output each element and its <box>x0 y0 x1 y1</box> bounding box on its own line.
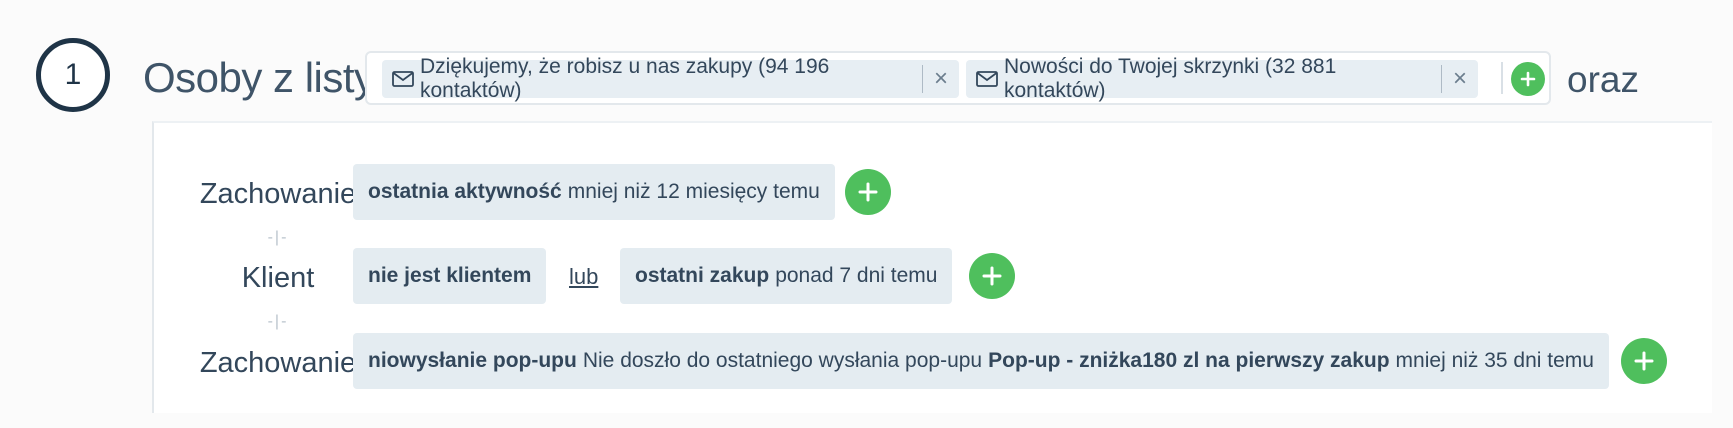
condition-separator: -|- <box>267 313 289 330</box>
chip-text: mniej niż 12 miesięcy temu <box>567 180 820 203</box>
chip-bold: niowysłanie pop-upu <box>368 349 577 372</box>
condition-label: Zachowanie <box>199 347 357 379</box>
plus-icon <box>1634 351 1654 371</box>
add-condition-button[interactable] <box>1621 338 1667 384</box>
chip-text: ponad 7 dni temu <box>775 264 938 287</box>
step-title: Osoby z listy <box>143 54 375 101</box>
conditions-panel: Zachowanie ostatnia aktywność mniej niż … <box>152 121 1712 413</box>
condition-chip[interactable]: nie jest klientem <box>353 248 547 304</box>
plus-icon <box>1520 71 1536 87</box>
or-link[interactable]: lub <box>569 264 598 290</box>
list-tag-label: Nowości do Twojej skrzynki (32 881 konta… <box>1004 55 1337 102</box>
chip-bold: ostatni zakup <box>635 264 770 287</box>
condition-chip[interactable]: ostatnia aktywność mniej niż 12 miesięcy… <box>353 164 835 220</box>
plus-icon <box>982 266 1002 286</box>
condition-chip[interactable]: ostatni zakup ponad 7 dni temu <box>620 248 953 304</box>
condition-label: Klient <box>241 262 315 294</box>
list-tag-label: Dziękujemy, że robisz u nas zakupy (94 1… <box>420 55 830 102</box>
chip-text: mniej niż 35 dni temu <box>1395 349 1594 372</box>
plus-icon <box>858 182 878 202</box>
close-icon[interactable]: × <box>1442 65 1478 93</box>
close-icon[interactable]: × <box>923 65 959 93</box>
list-tag: Dziękujemy, że robisz u nas zakupy (94 1… <box>382 55 959 102</box>
envelope-icon <box>392 71 414 87</box>
condition-chip[interactable]: niowysłanie pop-upu Nie doszło do ostatn… <box>353 333 1609 389</box>
add-condition-button[interactable] <box>969 253 1015 299</box>
chip-bold: nie jest klientem <box>368 264 532 287</box>
list-tag: Nowości do Twojej skrzynki (32 881 konta… <box>966 55 1478 102</box>
condition-separator: -|- <box>267 229 289 246</box>
step-number-text: 1 <box>64 58 82 91</box>
connector-label: oraz <box>1567 59 1639 100</box>
divider <box>1501 62 1503 94</box>
chip-bold: Pop-up - zniżka180 zl na pierwszy zakup <box>988 349 1390 372</box>
add-list-button[interactable] <box>1511 62 1545 96</box>
chip-bold: ostatnia aktywność <box>368 180 562 203</box>
list-selector[interactable]: Dziękujemy, że robisz u nas zakupy (94 1… <box>365 51 1551 105</box>
step-number: 1 <box>36 38 110 112</box>
chip-text: Nie doszło do ostatniego wysłania pop-up… <box>582 349 983 372</box>
condition-label: Zachowanie <box>199 178 357 210</box>
add-condition-button[interactable] <box>845 169 891 215</box>
envelope-icon <box>976 71 998 87</box>
